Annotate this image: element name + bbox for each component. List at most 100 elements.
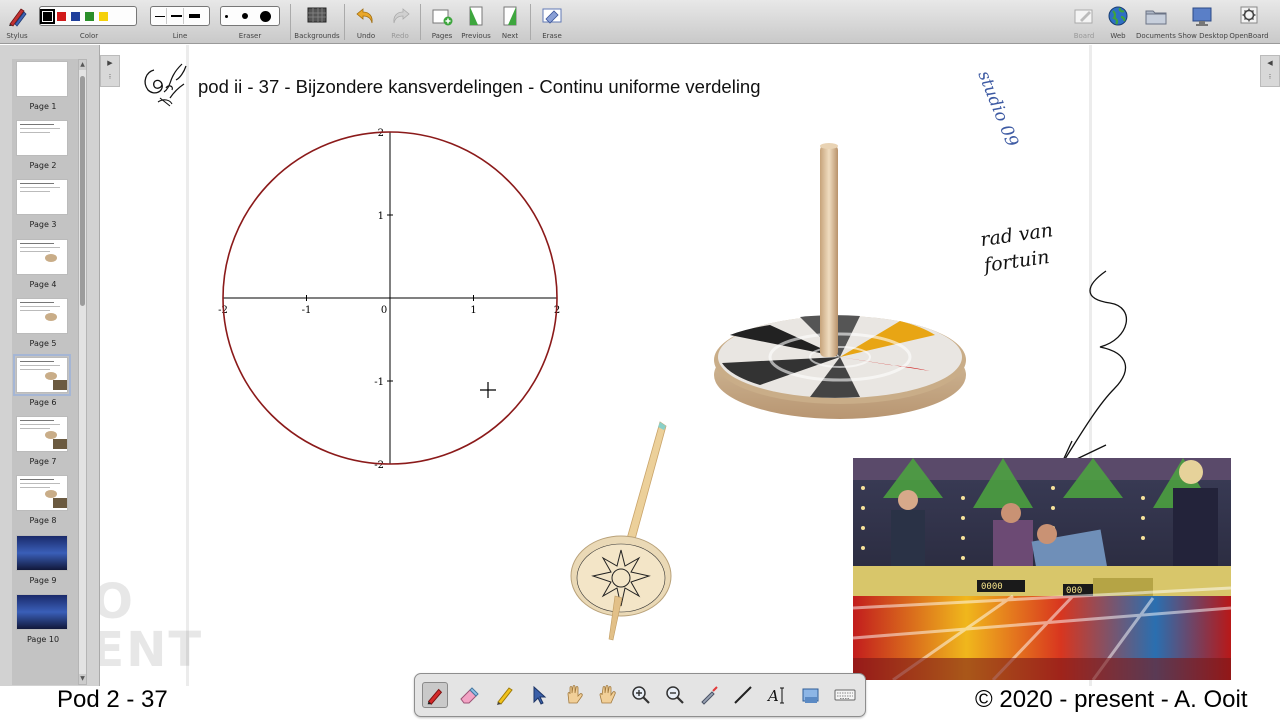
thumbnail-preview (17, 417, 67, 451)
page-thumbnail-label: Page 1 (29, 102, 57, 111)
page-thumbnail[interactable] (16, 475, 68, 512)
line-thick-option[interactable] (187, 8, 201, 24)
globe-icon (1108, 6, 1128, 26)
collapse-left-panel-button[interactable]: ▶ ⁝ (100, 55, 120, 87)
color-swatch-black[interactable] (40, 8, 55, 24)
toolbar-divider (344, 4, 345, 40)
openboard-menu-button[interactable]: OpenBoard (1228, 0, 1270, 44)
keyboard-icon[interactable] (834, 684, 856, 706)
eraser-small-option[interactable] (225, 14, 228, 18)
eraser-tool-icon[interactable] (458, 684, 480, 706)
page-thumbnail[interactable] (16, 238, 68, 275)
y-tick-label: 2 (378, 128, 384, 139)
eraser-group: Eraser (220, 0, 280, 44)
stylus-label: Stylus (6, 32, 28, 40)
web-mode-button[interactable]: Web (1102, 0, 1134, 44)
redo-button[interactable]: Redo (384, 0, 416, 44)
show-desktop-button[interactable]: Show Desktop (1178, 0, 1228, 44)
add-page-icon (432, 9, 453, 26)
page-thumbnail-label: Page 10 (26, 634, 60, 644)
line-group: Line (150, 0, 210, 44)
board-mode-button[interactable]: Board (1068, 0, 1100, 44)
page-thumbnail-label: Page 6 (29, 398, 57, 407)
chevron-left-icon: ◀ (1267, 59, 1273, 67)
scrollbar-thumb[interactable] (80, 76, 85, 306)
hand-pan-icon[interactable] (596, 684, 618, 706)
page-thumbnail[interactable] (16, 297, 68, 334)
next-label: Next (501, 32, 519, 40)
web-label: Web (1110, 32, 1126, 40)
text-tool-icon[interactable]: A (766, 684, 788, 706)
capture-tool-icon[interactable] (800, 684, 822, 706)
previous-button[interactable]: Previous (458, 0, 494, 44)
toolbar-divider (290, 4, 291, 40)
game-show-scene: 0000 000 (853, 458, 1231, 680)
page-thumbnail[interactable] (16, 416, 68, 453)
selector-arrow-icon[interactable] (528, 684, 550, 706)
redo-label: Redo (391, 32, 409, 40)
grip-icon: ⁝ (108, 73, 112, 81)
thumbnail-preview (17, 62, 67, 96)
backgrounds-button[interactable]: Backgrounds (294, 0, 340, 44)
documents-label: Documents (1136, 32, 1176, 40)
y-tick-label: -2 (374, 460, 384, 471)
zoom-out-icon[interactable] (664, 684, 686, 706)
highlighter-tool-icon[interactable] (494, 684, 516, 706)
play-hand-icon[interactable] (562, 684, 584, 706)
thumbnail-preview (17, 240, 67, 274)
eraser-large-option[interactable] (260, 10, 271, 22)
erase-label: Erase (542, 32, 562, 40)
pages-scrollbar[interactable]: ▲ ▼ (78, 59, 87, 685)
page-thumbnail[interactable] (16, 179, 68, 216)
color-swatch-green[interactable] (85, 11, 94, 21)
main-toolbar: Stylus Color Line Eraser Backgrounds Und… (0, 0, 1280, 44)
scroll-down-icon[interactable]: ▼ (79, 674, 86, 684)
pen-tool-icon[interactable] (422, 682, 448, 708)
redo-icon (393, 8, 410, 24)
erase-button[interactable]: Erase (536, 0, 568, 44)
backgrounds-label: Backgrounds (294, 32, 340, 40)
thumbnail-preview (17, 476, 67, 510)
page-thumbnail-label: Page 3 (29, 220, 57, 230)
pages-button[interactable]: Pages (426, 0, 458, 44)
laser-pointer-icon[interactable] (698, 684, 720, 706)
thumbnail-preview (17, 358, 67, 392)
page-thumbnail-list[interactable]: Page 1 Page 2 Page 3 Page 4 Page 5 Page 6 Page… (12, 59, 78, 685)
color-swatch-blue[interactable] (71, 11, 80, 21)
y-tick-label: -1 (374, 377, 384, 388)
x-tick-label: 0 (381, 305, 387, 316)
line-thin-option[interactable] (153, 8, 167, 24)
page-thumbnail[interactable] (16, 593, 68, 630)
page-thumbnail[interactable] (13, 354, 71, 396)
next-button[interactable]: Next (494, 0, 526, 44)
page-thumbnail-label: Page 2 (29, 161, 57, 171)
eraser-medium-option[interactable] (242, 13, 248, 19)
page-thumbnail[interactable] (16, 120, 68, 157)
color-swatch-red[interactable] (57, 11, 66, 21)
scroll-up-icon[interactable]: ▲ (79, 60, 86, 70)
openboard-label: OpenBoard (1229, 32, 1269, 40)
line-tool-icon[interactable] (732, 684, 754, 706)
thumbnail-preview (17, 121, 67, 155)
grip-icon: ⁝ (1268, 73, 1272, 81)
handwritten-arrow (1059, 270, 1128, 468)
undo-button[interactable]: Undo (350, 0, 382, 44)
chevron-right-icon: ▶ (107, 59, 113, 67)
color-swatch-yellow[interactable] (99, 11, 108, 21)
erase-board-icon (542, 8, 562, 24)
next-page-icon (503, 6, 517, 26)
line-width-picker (150, 6, 210, 26)
toolbar-divider (530, 4, 531, 40)
color-palette (39, 6, 137, 26)
previous-page-icon (469, 6, 483, 26)
zoom-in-icon[interactable] (630, 684, 652, 706)
page-thumbnail[interactable] (16, 61, 68, 97)
page-thumbnail-label: Page 5 (29, 338, 57, 348)
stylus-button[interactable]: Stylus (0, 0, 34, 44)
board-icon (1074, 9, 1093, 24)
documents-mode-button[interactable]: Documents (1136, 0, 1176, 44)
page-thumbnail[interactable] (16, 534, 68, 571)
line-medium-option[interactable] (170, 8, 184, 24)
backgrounds-icon (307, 7, 327, 23)
collapse-right-panel-button[interactable]: ◀ ⁝ (1260, 55, 1280, 87)
